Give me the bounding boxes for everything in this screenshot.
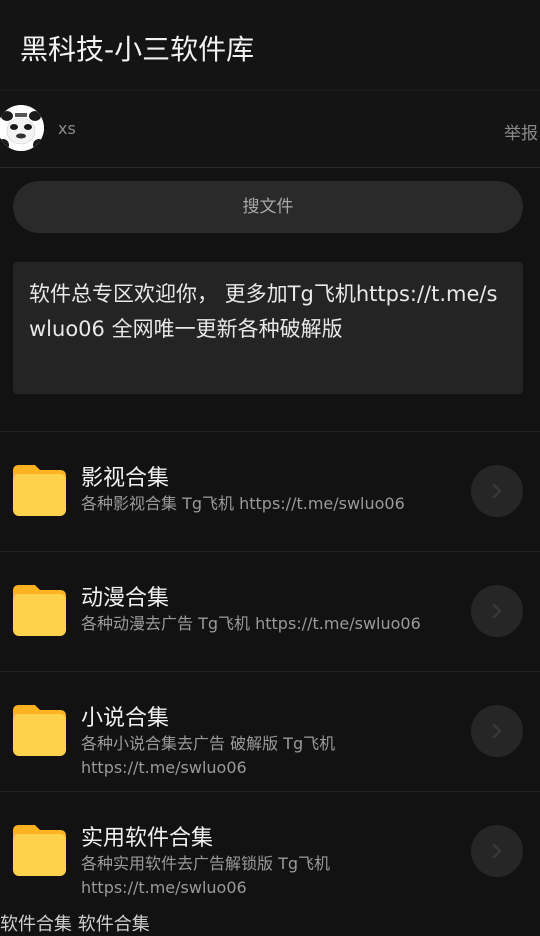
chevron-right-icon [493,604,501,618]
panda-meme-avatar-icon [0,105,44,151]
folder-description: 各种小说合集去广告 破解版 Tg飞机 https://t.me/swluo06 [81,734,336,777]
page-title: 黑科技-小三软件库 [20,33,255,66]
folder-name: 动漫合集 [81,586,170,611]
folder-description: 各种动漫去广告 Tg飞机 https://t.me/swluo06 [81,614,421,633]
folder-description: 各种影视合集 Tg飞机 https://t.me/swluo06 [81,494,405,513]
chevron-right-icon [493,844,501,858]
chevron-right-icon [493,484,501,498]
folder-icon [13,705,66,756]
folder-item-novels[interactable]: 小说合集 各种小说合集去广告 破解版 Tg飞机 https://t.me/swl… [0,672,540,791]
open-folder-button[interactable] [471,585,523,637]
folder-name: 实用软件合集 [81,826,214,851]
open-folder-button[interactable] [471,825,523,877]
folder-icon [13,585,66,636]
folder-item-software[interactable]: 实用软件合集 各种实用软件去广告解锁版 Tg飞机 https://t.me/sw… [0,792,540,911]
open-folder-button[interactable] [471,705,523,757]
folder-item-anime[interactable]: 动漫合集 各种动漫去广告 Tg飞机 https://t.me/swluo06 [0,552,540,671]
search-button[interactable]: 搜文件 [13,181,523,233]
folder-icon [13,825,66,876]
partial-next-row-text: 软件合集 软件合集 [0,914,150,935]
avatar[interactable] [0,105,44,151]
notice-card: 软件总专区欢迎你， 更多加Tg飞机https://t.me/swluo06 全网… [13,262,523,394]
app-header: 黑科技-小三软件库 [0,0,540,90]
open-folder-button[interactable] [471,465,523,517]
folder-icon [13,465,66,516]
folder-description: 各种实用软件去广告解锁版 Tg飞机 https://t.me/swluo06 [81,854,331,897]
folder-name: 小说合集 [81,706,170,731]
folder-item-movies[interactable]: 影视合集 各种影视合集 Tg飞机 https://t.me/swluo06 [0,432,540,551]
report-link[interactable]: 举报 [504,119,538,144]
folder-name: 影视合集 [81,466,170,491]
username: xs [58,119,76,138]
user-row: xs 举报 [0,90,540,168]
chevron-right-icon [493,724,501,738]
